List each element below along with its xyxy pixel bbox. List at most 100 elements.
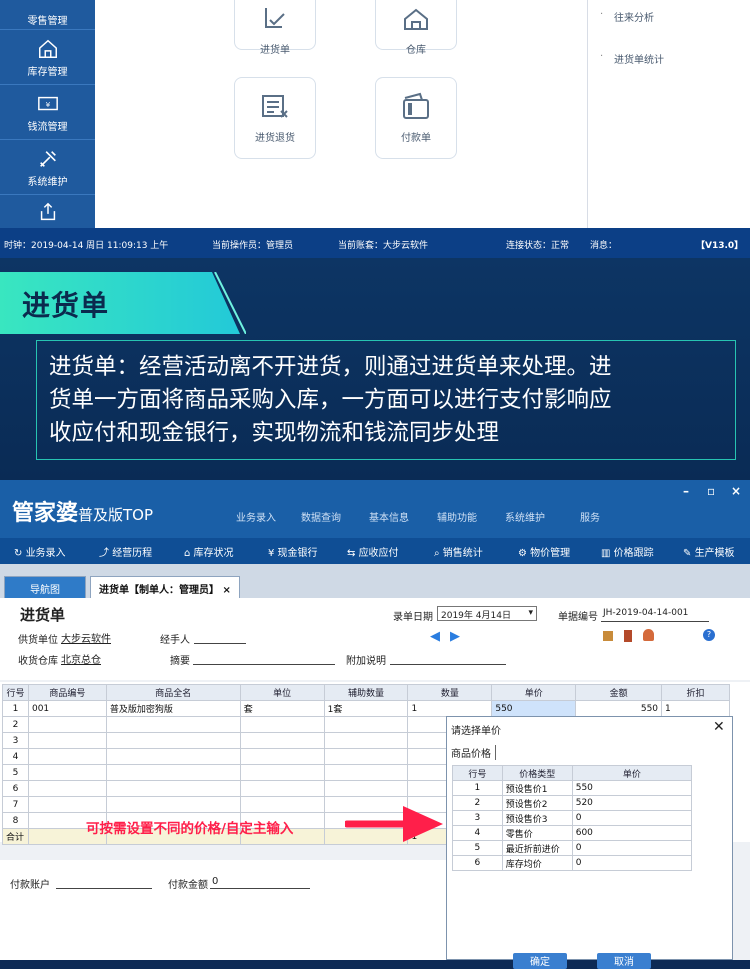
cell[interactable]: 套 (239, 700, 325, 717)
link-purchase-statistics[interactable]: 进货单统计 (600, 51, 664, 66)
menu-system[interactable]: 系统维护 (505, 509, 545, 524)
toolbar-business-entry[interactable]: ↻ 业务录入 (14, 544, 66, 559)
row-number: 6 (2, 780, 29, 797)
sidebar-item-label: 系统维护 (27, 177, 68, 188)
cell: 5 (452, 840, 503, 856)
status-account: 当前账套：大步云软件 (338, 241, 429, 251)
tab-purchase-order[interactable]: 进货单【制单人：管理员】 × (90, 576, 240, 598)
user-icon[interactable] (643, 629, 654, 641)
dialog-cancel-button[interactable]: 取消 (597, 953, 651, 969)
cell[interactable]: 1 (407, 700, 493, 717)
close-button[interactable]: × (731, 484, 741, 498)
table-row[interactable]: 1 001 普及版加密狗版 套 1套 1 550 550 1 (2, 700, 730, 717)
payment-footer: 付款账户 付款金额 0 (0, 860, 450, 960)
toolbar-label: 库存状况 (193, 548, 234, 559)
toolbar-price-track[interactable]: ▥ 价格跟踪 (601, 544, 654, 559)
menu-basic-info[interactable]: 基本信息 (369, 509, 409, 524)
toolbar-history[interactable]: ⤴ 经营历程 (99, 544, 152, 559)
tab-close-icon[interactable]: × (222, 585, 230, 596)
sidebar-item-inventory[interactable]: 库存管理 (0, 31, 95, 85)
menu-data-query[interactable]: 数据查询 (301, 509, 341, 524)
menu-aux[interactable]: 辅助功能 (437, 509, 477, 524)
sidebar-item-export[interactable] (0, 196, 95, 228)
table-row[interactable]: 4 零售价 600 (452, 825, 693, 841)
sidebar-item-money[interactable]: ¥ 钱流管理 (0, 86, 95, 140)
toolbar-cash-bank[interactable]: ¥ 现金银行 (268, 544, 318, 559)
chevron-down-icon: ▾ (528, 608, 533, 618)
tile-warehouse[interactable]: 仓库 (375, 0, 457, 56)
table-row[interactable]: 6 库存均价 0 (452, 855, 693, 871)
cell[interactable]: 普及版加密狗版 (105, 700, 241, 717)
date-picker[interactable]: 2019年 4月14日 ▾ (437, 606, 537, 621)
package-icon[interactable] (603, 631, 613, 641)
menu-business-entry[interactable]: 业务录入 (236, 509, 276, 524)
warehouse-field[interactable]: 北京总仓 (61, 651, 101, 666)
cell[interactable]: 1套 (323, 700, 409, 717)
supplier-field[interactable]: 大步云软件 (61, 630, 111, 645)
table-row[interactable]: 5 最近折前进价 0 (452, 840, 693, 856)
toolbar-receivables[interactable]: ⇆ 应收应付 (347, 544, 399, 559)
tools-icon (39, 151, 56, 167)
form-title: 进货单 (20, 606, 66, 624)
table-row[interactable]: 2 预设售价2 520 (452, 795, 693, 811)
link-contact-analysis[interactable]: 往来分析 (600, 9, 654, 24)
amount-value[interactable]: 0 (212, 876, 218, 887)
toolbar-stock[interactable]: ⌂ 库存状况 (184, 544, 234, 559)
svg-text:¥: ¥ (45, 100, 50, 109)
handler-field[interactable] (194, 643, 246, 644)
warehouse-icon (404, 8, 428, 30)
cell: 3 (452, 810, 503, 826)
toolbar-label: 应收应付 (358, 548, 399, 559)
toolbar-production[interactable]: ✎ 生产模板 (683, 544, 735, 559)
col-header: 折扣 (661, 684, 730, 701)
cell[interactable]: 550 (575, 700, 663, 717)
note-field[interactable] (390, 664, 506, 665)
doc-no-value: JH-2019-04-14-001 (603, 608, 689, 618)
sidebar-item-system[interactable]: 系统维护 (0, 141, 95, 195)
dialog-ok-button[interactable]: 确定 (513, 953, 567, 969)
tile-purchase-return[interactable]: 进货退货 (234, 77, 316, 159)
annotation-arrow-icon (345, 806, 443, 842)
sidebar-item-label: 钱流管理 (27, 122, 68, 133)
price-cell[interactable]: 550 (491, 700, 577, 717)
table-row[interactable]: 1 预设售价1 550 (452, 780, 693, 796)
app-logo: 管家婆普及版TOP (12, 495, 153, 527)
handler-label: 经手人 (160, 635, 190, 646)
dialog-tab-prices[interactable]: 商品价格 (451, 745, 496, 760)
toolbar-price-mgmt[interactable]: ⚙ 物价管理 (518, 544, 570, 559)
status-clock: 时钟：2019-04-14 周日 11:09:13 上午 (4, 241, 169, 251)
dialog-close-icon[interactable]: ✕ (713, 719, 725, 735)
menu-service[interactable]: 服务 (580, 509, 600, 524)
table-header: 行号 价格类型 单价 (452, 765, 693, 781)
maximize-button[interactable]: ▫ (707, 484, 715, 498)
cell: 550 (571, 780, 693, 796)
prev-arrow-icon[interactable]: ◀ (430, 629, 440, 644)
tab-navigation[interactable]: 导航图 (4, 576, 86, 598)
cell[interactable]: 1 (661, 700, 730, 717)
top-right-panel: 往来分析 进货单统计 (587, 0, 750, 228)
top-screenshot: 零售管理 库存管理 ¥ 钱流管理 系统维护 进货单 仓库 进货退货 付款单 · … (0, 0, 750, 258)
summary-field[interactable] (193, 664, 335, 665)
tile-label: 进货退货 (255, 133, 295, 144)
tile-payment[interactable]: 付款单 (375, 77, 457, 159)
next-arrow-icon[interactable]: ▶ (450, 629, 460, 644)
account-field[interactable] (56, 888, 152, 889)
col-header: 行号 (452, 765, 503, 781)
cell: 6 (452, 855, 503, 871)
tile-purchase-order[interactable]: 进货单 (234, 0, 316, 56)
tile-label: 进货单 (260, 45, 290, 56)
cell[interactable]: 001 (27, 700, 107, 717)
col-header: 价格类型 (501, 765, 573, 781)
annotation-text: 可按需设置不同的价格/自定主输入 (86, 821, 294, 837)
cell: 最近折前进价 (501, 840, 573, 856)
col-header: 单位 (239, 684, 325, 701)
toolbar-label: 价格跟踪 (613, 548, 654, 559)
sidebar-item-retail[interactable]: 零售管理 (0, 0, 95, 30)
col-header: 金额 (575, 684, 663, 701)
table-row[interactable]: 3 预设售价3 0 (452, 810, 693, 826)
minimize-button[interactable]: – (683, 484, 689, 498)
help-icon[interactable]: ? (703, 629, 715, 641)
col-header: 单价 (491, 684, 577, 701)
toolbar-sales-stats[interactable]: ⌕ 销售统计 (434, 544, 483, 559)
book-icon[interactable] (624, 630, 632, 642)
